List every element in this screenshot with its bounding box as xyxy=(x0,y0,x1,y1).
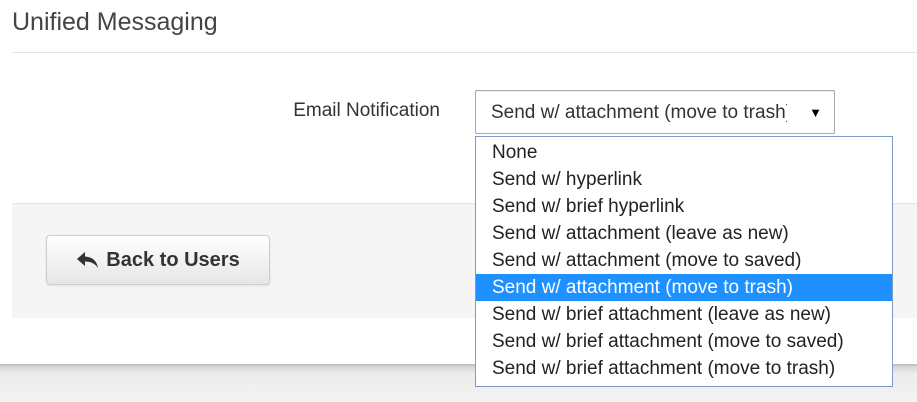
option-send-brief-attachment-move-to-saved[interactable]: Send w/ brief attachment (move to saved) xyxy=(476,328,892,355)
back-to-users-button[interactable]: Back to Users xyxy=(46,235,270,285)
back-to-users-label: Back to Users xyxy=(106,248,240,271)
email-notification-label: Email Notification xyxy=(293,100,440,121)
option-send-brief-hyperlink[interactable]: Send w/ brief hyperlink xyxy=(476,193,892,220)
reply-arrow-icon xyxy=(77,252,99,268)
page-title: Unified Messaging xyxy=(12,8,218,36)
email-notification-selected-value: Send w/ attachment (move to trash) xyxy=(491,102,787,123)
option-send-hyperlink[interactable]: Send w/ hyperlink xyxy=(476,166,892,193)
option-send-attachment-leave-as-new[interactable]: Send w/ attachment (leave as new) xyxy=(476,220,892,247)
option-send-attachment-move-to-saved[interactable]: Send w/ attachment (move to saved) xyxy=(476,247,892,274)
option-send-attachment-move-to-trash[interactable]: Send w/ attachment (move to trash) xyxy=(476,274,892,301)
dropdown-arrow-icon: ▼ xyxy=(809,105,822,120)
option-send-brief-attachment-move-to-trash[interactable]: Send w/ brief attachment (move to trash) xyxy=(476,355,892,382)
option-none[interactable]: None xyxy=(476,139,892,166)
email-notification-select[interactable]: Send w/ attachment (move to trash) ▼ xyxy=(475,90,835,134)
email-notification-options-list[interactable]: None Send w/ hyperlink Send w/ brief hyp… xyxy=(475,136,893,387)
option-send-brief-attachment-leave-as-new[interactable]: Send w/ brief attachment (leave as new) xyxy=(476,301,892,328)
title-divider xyxy=(12,52,917,53)
